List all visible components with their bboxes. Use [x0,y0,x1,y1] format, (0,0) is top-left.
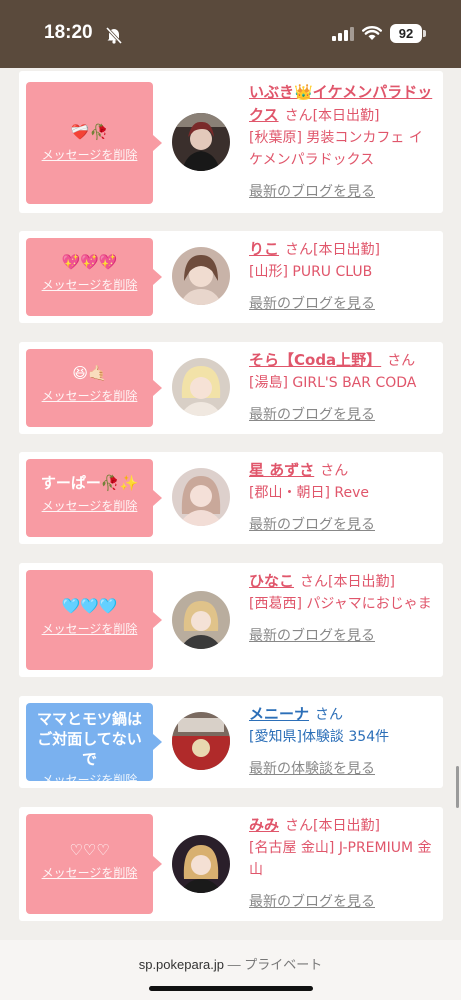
latest-blog-link[interactable]: 最新のブログを見る [249,625,435,647]
list-item: すーぱー🥀✨ メッセージを削除 星 あずさ さん [郡山・朝日] Reve 最新の… [19,452,443,544]
area-label: [西葛西] [249,596,302,612]
delete-message-link[interactable]: メッセージを削除 [26,771,153,788]
message-text: ♡♡♡ [69,841,110,859]
honorific: さん [300,574,329,590]
entry-info: りこ さん[本日出勤] [山形] PURU CLUB 最新のブログを見る [249,238,435,315]
list-item: ♡♡♡ メッセージを削除 みみ さん[本日出勤] [名古屋 金山] J-PREMI… [19,807,443,921]
message-box: 💖💖💖 メッセージを削除 [26,238,162,316]
latest-review-link[interactable]: 最新の体験談を見る [249,758,435,780]
honorific: さん [284,108,313,124]
entry-info: みみ さん[本日出勤] [名古屋 金山] J-PREMIUM 金山 最新のブログを… [249,814,435,913]
avatar[interactable] [172,247,230,305]
reviewer-name-link[interactable]: メニーナ [249,705,309,723]
url-text[interactable]: sp.pokepara.jp — プライベート [0,954,461,973]
private-mode-label: プライベート [244,957,323,972]
delete-message-link[interactable]: メッセージを削除 [26,387,153,404]
entry-info: いぶき👑イケメンパラドックス さん[本日出勤] [秋葉原] 男装コンカフェ イケメ… [249,81,435,203]
message-box: すーぱー🥀✨ メッセージを削除 [26,459,162,537]
message-box: ♡♡♡ メッセージを削除 [26,814,162,914]
latest-blog-link[interactable]: 最新のブログを見る [249,891,435,913]
honorific: さん [315,707,344,723]
cast-name-link[interactable]: そら【Coda上野】 [249,351,381,369]
list-item: 😆🤙🏻 メッセージを削除 そら【Coda上野】 さん [湯島] GIRL'S BA… [19,342,443,434]
battery-nub [423,30,426,37]
review-count: 体験談 354件 [301,729,390,745]
entry-info: そら【Coda上野】 さん [湯島] GIRL'S BAR CODA 最新のブログ… [249,349,435,426]
cast-name-link[interactable]: ひなこ [249,572,294,590]
honorific: さん [285,818,314,834]
avatar[interactable] [172,591,230,649]
message-text: 😆🤙🏻 [72,364,107,382]
avatar[interactable] [172,712,230,770]
attendance-tag: [本日出勤] [313,818,380,834]
url-separator: — [227,957,245,972]
honorific: さん [387,353,416,369]
message-text: 🩵🩵🩵 [61,597,118,615]
avatar[interactable] [172,835,230,893]
bell-slash-icon [105,26,123,44]
delete-message-link[interactable]: メッセージを削除 [26,620,153,637]
delete-message-link[interactable]: メッセージを削除 [26,864,153,881]
avatar[interactable] [172,358,230,416]
area-label: [秋葉原] [249,130,302,146]
home-indicator[interactable] [149,986,313,991]
entry-info: ひなこ さん[本日出勤] [西葛西] パジャマにおじゃま 最新のブログを見る [249,570,435,647]
cast-name-link[interactable]: みみ [249,816,279,834]
latest-blog-link[interactable]: 最新のブログを見る [249,293,435,315]
browser-address-bar[interactable]: sp.pokepara.jp — プライベート [0,940,461,1000]
latest-blog-link[interactable]: 最新のブログを見る [249,514,435,536]
area-label: [郡山・朝日] [249,485,330,501]
entry-info: メニーナ さん [愛知県]体験談 354件 最新の体験談を見る [249,703,435,780]
message-text: ママとモツ鍋はご対面してないで [36,710,142,768]
status-bar: 18:20 92 [0,0,461,68]
honorific: さん [285,242,314,258]
area-label: [湯島] [249,375,288,391]
delete-message-link[interactable]: メッセージを削除 [26,276,153,293]
cellular-signal-icon [332,27,354,41]
latest-blog-link[interactable]: 最新のブログを見る [249,181,435,203]
area-label: [山形] [249,264,288,280]
shop-name: PURU CLUB [292,264,373,280]
area-label: [名古屋 金山] [249,840,335,856]
list-item: 💖💖💖 メッセージを削除 りこ さん[本日出勤] [山形] PURU CLUB 最… [19,231,443,323]
avatar[interactable] [172,468,230,526]
scrollbar-thumb[interactable] [456,766,459,808]
list-item: ❤️‍🩹🥀 メッセージを削除 いぶき👑イケメンパラドックス さん[本日出勤] [秋… [19,71,443,213]
delete-message-link[interactable]: メッセージを削除 [26,146,153,163]
avatar[interactable] [172,113,230,171]
shop-name: Reve [334,485,370,501]
message-box: ママとモツ鍋はご対面してないで メッセージを削除 [26,703,162,787]
wifi-icon [362,26,382,40]
url-domain: sp.pokepara.jp [138,957,224,972]
entry-info: 星 あずさ さん [郡山・朝日] Reve 最新のブログを見る [249,459,435,536]
latest-blog-link[interactable]: 最新のブログを見る [249,404,435,426]
message-box: 😆🤙🏻 メッセージを削除 [26,349,162,427]
attendance-tag: [本日出勤] [328,574,395,590]
honorific: さん [320,463,349,479]
delete-message-link[interactable]: メッセージを削除 [26,497,153,514]
message-text: ❤️‍🩹🥀 [70,123,109,141]
favorites-list: ❤️‍🩹🥀 メッセージを削除 いぶき👑イケメンパラドックス さん[本日出勤] [秋… [0,68,461,940]
message-box: 🩵🩵🩵 メッセージを削除 [26,570,162,670]
list-item: ママとモツ鍋はご対面してないで メッセージを削除 メニーナ さん [愛知県]体験談… [19,696,443,788]
message-text: 💖💖💖 [61,253,118,271]
cast-name-link[interactable]: りこ [249,240,279,258]
attendance-tag: [本日出勤] [312,108,380,124]
status-time: 18:20 [44,22,93,43]
message-text: すーぱー🥀✨ [40,474,139,492]
shop-name: パジャマにおじゃま [306,596,432,612]
area-label: [愛知県] [249,729,302,745]
cast-name-link[interactable]: 星 あずさ [249,461,314,479]
battery-indicator: 92 [390,24,422,43]
list-item: 🩵🩵🩵 メッセージを削除 ひなこ さん[本日出勤] [西葛西] パジャマにおじゃま… [19,563,443,677]
attendance-tag: [本日出勤] [313,242,380,258]
shop-name: GIRL'S BAR CODA [292,375,417,391]
message-box: ❤️‍🩹🥀 メッセージを削除 [26,82,162,204]
